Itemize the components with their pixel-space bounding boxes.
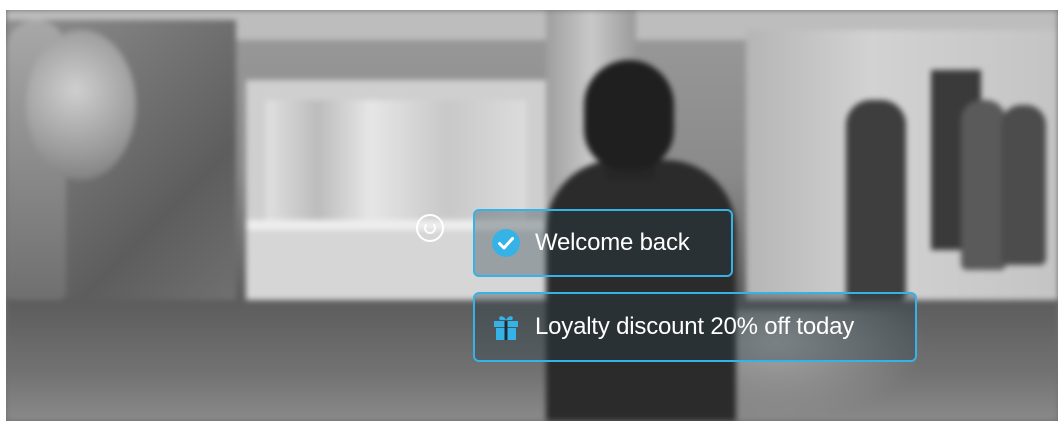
gift-icon	[491, 312, 521, 342]
loyalty-discount-card: Loyalty discount 20% off today	[473, 292, 917, 362]
welcome-card: Welcome back	[473, 209, 733, 277]
welcome-text: Welcome back	[535, 229, 690, 256]
loyalty-text: Loyalty discount 20% off today	[535, 313, 855, 340]
loading-ring-icon	[416, 214, 444, 242]
camera-feed: Welcome back Loyalty discount 20% off to…	[6, 10, 1058, 421]
check-circle-icon	[491, 228, 521, 258]
